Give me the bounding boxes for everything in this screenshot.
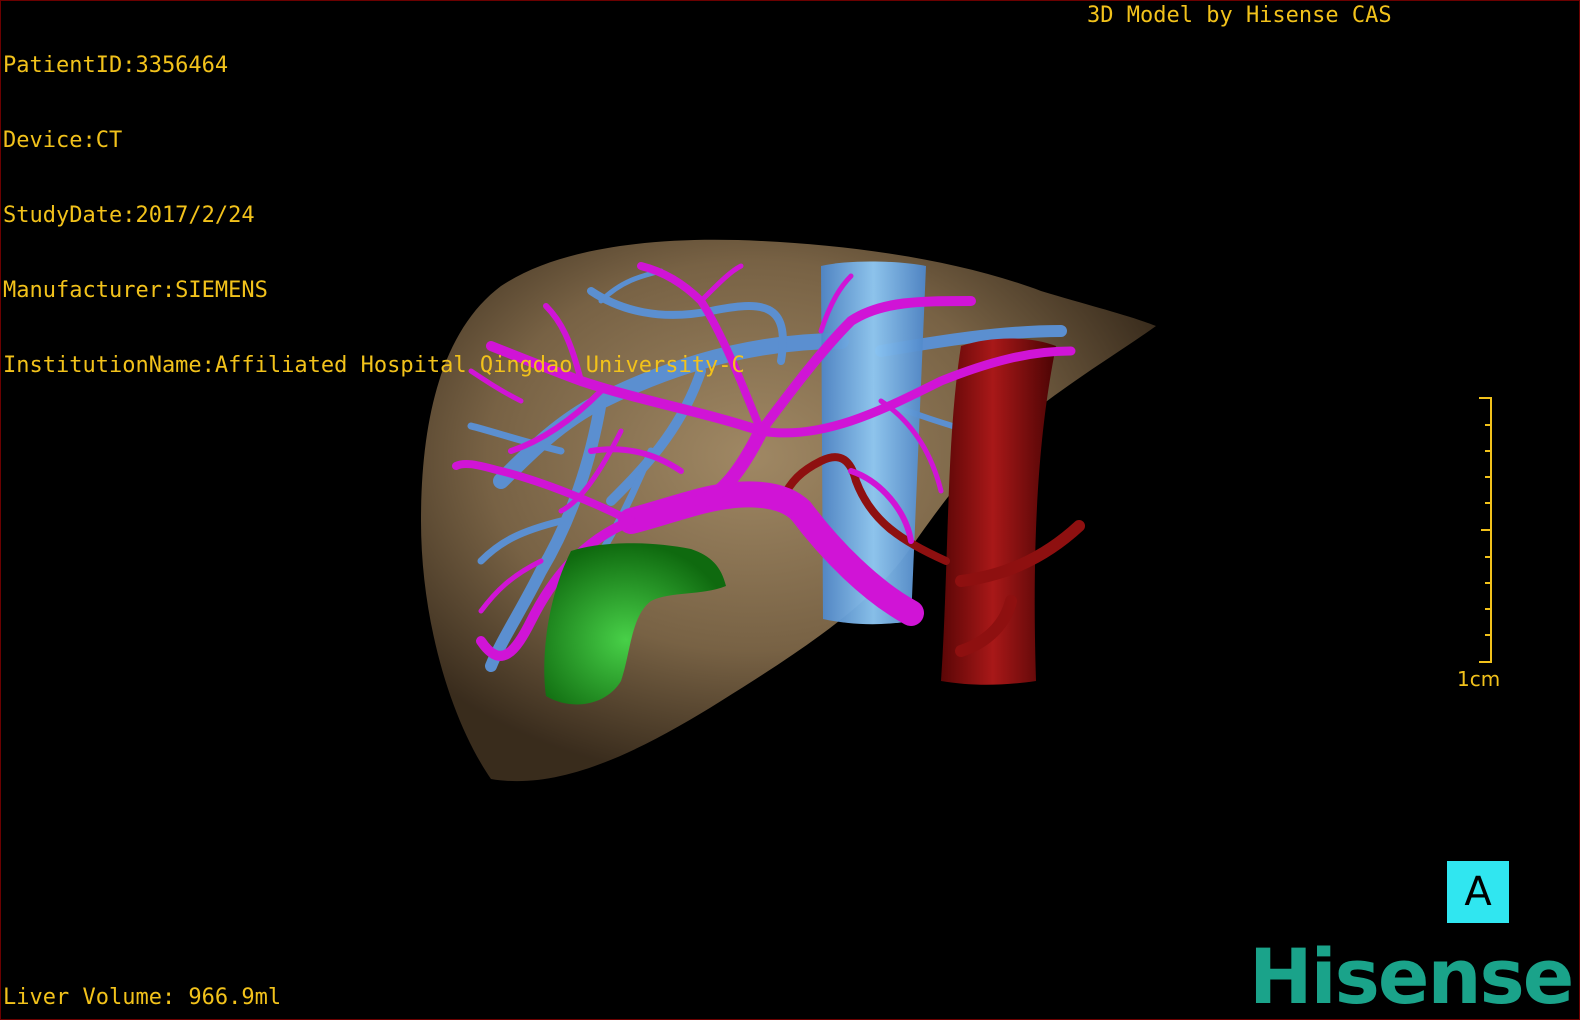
dicom-info-panel: PatientID:3356464 Device:CT StudyDate:20…: [3, 3, 745, 428]
liver-volume-readout: Liver Volume: 966.9ml: [3, 985, 282, 1010]
model-title: 3D Model by Hisense CAS: [1087, 3, 1392, 28]
device: Device:CT: [3, 128, 123, 153]
study-date: StudyDate:2017/2/24: [3, 203, 255, 228]
orientation-marker[interactable]: A: [1447, 861, 1509, 923]
render-frame: PatientID:3356464 Device:CT StudyDate:20…: [0, 0, 1580, 1020]
hisense-logo: Hisense: [1249, 932, 1574, 1020]
scale-bar-label: 1cm: [1457, 667, 1501, 691]
scale-bar: [1479, 397, 1492, 663]
patient-id: PatientID:3356464: [3, 53, 229, 78]
manufacturer: Manufacturer:SIEMENS: [3, 278, 268, 303]
institution-name: InstitutionName:Affiliated Hospital Qing…: [3, 353, 745, 378]
